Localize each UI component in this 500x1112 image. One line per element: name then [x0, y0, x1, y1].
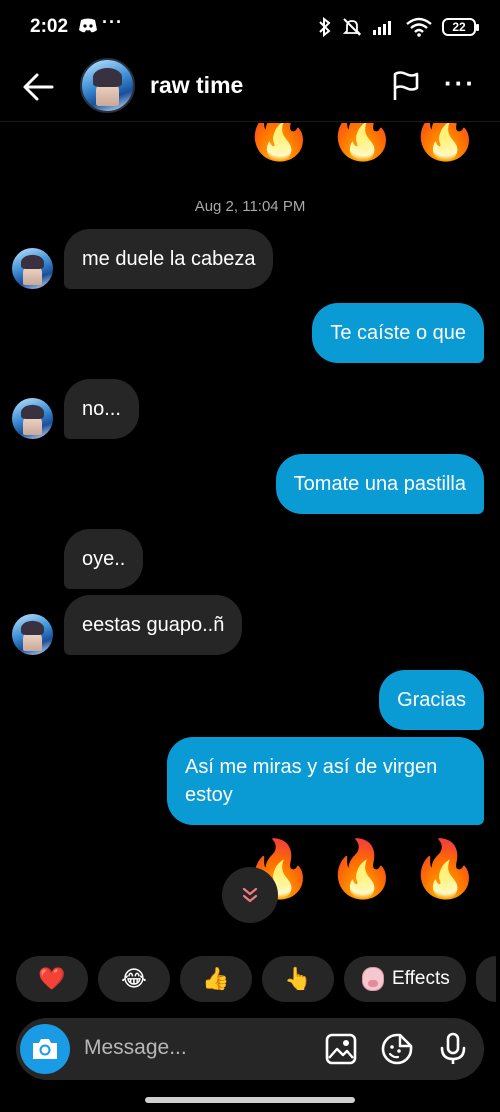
battery-icon: 22: [442, 18, 479, 36]
sender-avatar[interactable]: [12, 248, 53, 289]
sticker-icon[interactable]: [380, 1032, 414, 1066]
reaction-laugh-button[interactable]: 😂: [98, 956, 170, 1002]
quick-reactions-bar: ❤️ 😂 👍 👆 Effects: [16, 956, 496, 1002]
outgoing-message[interactable]: Así me miras y así de virgen estoy: [167, 737, 484, 825]
fire-emoji-message: 🔥: [410, 123, 480, 162]
contact-avatar[interactable]: [80, 58, 135, 113]
mute-bell-icon: [342, 18, 362, 36]
scroll-to-bottom-button[interactable]: [222, 867, 278, 923]
signal-icon: [373, 21, 391, 35]
effects-button[interactable]: Effects: [344, 956, 466, 1002]
more-options-icon[interactable]: ···: [444, 70, 476, 96]
camera-button[interactable]: [20, 1024, 70, 1074]
gallery-icon[interactable]: [324, 1032, 358, 1066]
notification-overflow-icon: ···: [102, 12, 123, 32]
more-reactions-chip[interactable]: [475, 956, 496, 1002]
report-flag-icon[interactable]: [390, 70, 422, 102]
message-thread[interactable]: 🔥 🔥 🔥 Aug 2, 11:04 PM me duele la cabeza…: [0, 123, 500, 945]
sender-avatar[interactable]: [12, 614, 53, 655]
outgoing-message[interactable]: Te caíste o que: [312, 303, 484, 363]
home-indicator[interactable]: [145, 1097, 355, 1103]
status-bar: 2:02 ··· 22: [0, 0, 500, 56]
status-time: 2:02: [30, 16, 69, 37]
outgoing-message[interactable]: Gracias: [379, 670, 484, 730]
message-input[interactable]: Message...: [84, 1036, 187, 1060]
camera-icon: [33, 1039, 57, 1059]
date-divider: Aug 2, 11:04 PM: [194, 198, 306, 215]
incoming-message[interactable]: no...: [64, 379, 139, 439]
reaction-pointing-button[interactable]: 👆: [262, 956, 334, 1002]
fire-emoji-message: 🔥: [327, 837, 397, 900]
message-line: estoy: [185, 784, 233, 806]
effects-label: Effects: [392, 968, 450, 989]
outgoing-message[interactable]: Tomate una pastilla: [275, 454, 484, 514]
sender-avatar[interactable]: [12, 398, 53, 439]
message-line: Así me miras y así de virgen: [185, 756, 438, 778]
fire-emoji-message: 🔥: [410, 837, 480, 900]
back-arrow-icon[interactable]: [22, 70, 56, 104]
incoming-message[interactable]: me duele la cabeza: [64, 229, 274, 289]
incoming-message[interactable]: oye..: [64, 529, 144, 589]
microphone-icon[interactable]: [436, 1032, 470, 1066]
reaction-thumbs-up-button[interactable]: 👍: [180, 956, 252, 1002]
chat-header: raw time ···: [0, 56, 500, 122]
battery-level: 22: [452, 20, 466, 34]
contact-name[interactable]: raw time: [150, 72, 243, 99]
message-composer: Message...: [16, 1018, 484, 1080]
fire-emoji-message: 🔥: [244, 123, 314, 162]
wifi-icon: [406, 17, 432, 37]
pig-effect-icon: [362, 967, 384, 991]
reaction-heart-button[interactable]: ❤️: [16, 956, 88, 1002]
discord-icon: [79, 18, 97, 33]
fire-emoji-message: 🔥: [327, 123, 397, 162]
double-chevron-down-icon: [242, 887, 258, 903]
bluetooth-icon: [319, 17, 331, 37]
incoming-message[interactable]: eestas guapo..ñ: [64, 595, 243, 655]
